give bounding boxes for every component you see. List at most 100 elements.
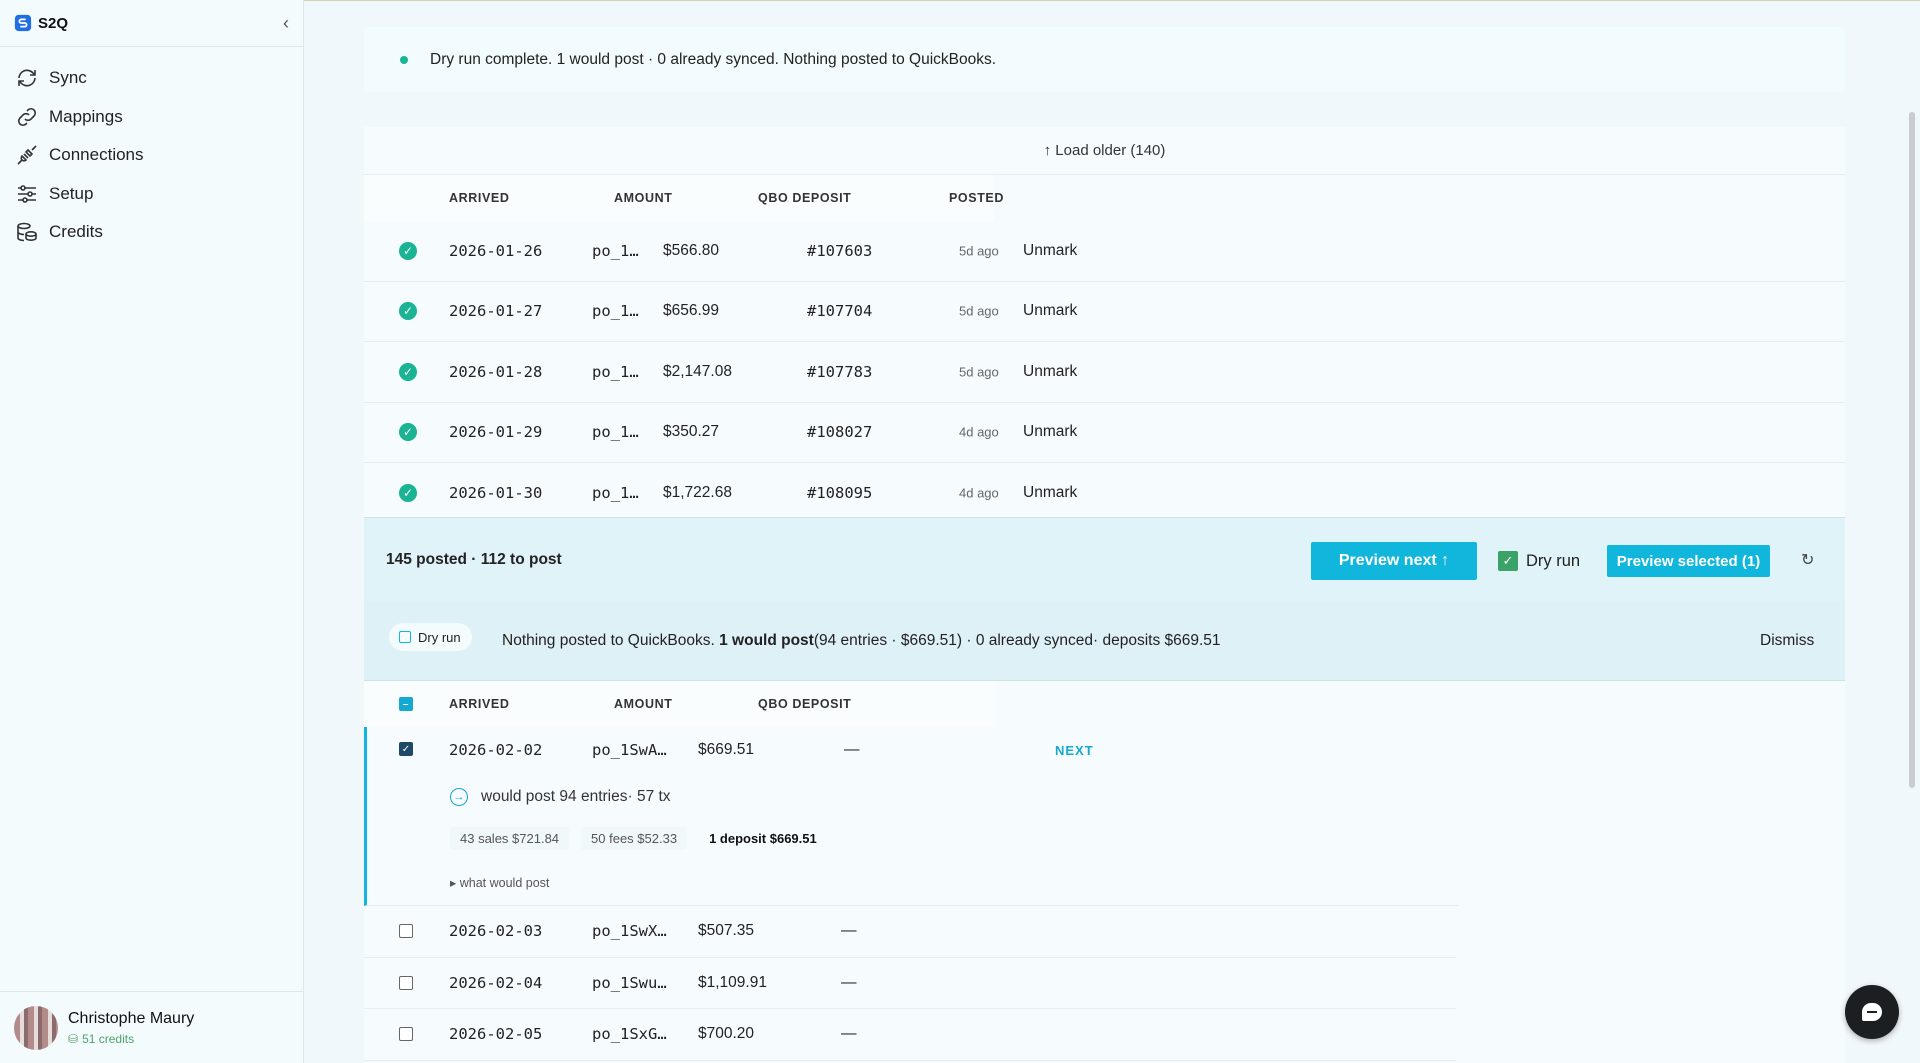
plug-icon	[17, 145, 37, 165]
unmark-button[interactable]: Unmark	[1023, 423, 1077, 441]
result-message-detail: (94 entries · $669.51) · 0 already synce…	[813, 631, 1221, 649]
unmark-button[interactable]: Unmark	[1023, 363, 1077, 381]
row-amount: $1,722.68	[663, 484, 732, 502]
table-row: 2026-02-04 po_1Swu… $1,109.91 —	[364, 958, 1456, 1009]
table-row: ✓ 2026-01-29 po_1… $350.27 #108027 4d ag…	[364, 403, 1845, 463]
refresh-icon[interactable]: ↻	[1801, 550, 1814, 570]
row-posted-ago: 5d ago	[959, 303, 999, 319]
dry-run-pill: Dry run	[389, 623, 472, 651]
sliders-icon	[18, 184, 36, 203]
chat-icon	[1862, 1003, 1882, 1021]
posted-check-icon: ✓	[399, 362, 417, 381]
table-row: ✓ 2026-01-26 po_1… $566.80 #107603 5d ag…	[364, 221, 1845, 282]
sidebar-item-label: Credits	[49, 222, 103, 242]
row-payout-id[interactable]: po_1Swu…	[592, 974, 667, 992]
select-all-checkbox[interactable]: –	[399, 697, 413, 711]
pending-table-header: – ARRIVED AMOUNT QBO DEPOSIT	[364, 681, 1845, 727]
row-amount: $2,147.08	[663, 362, 732, 380]
header-amount: AMOUNT	[614, 697, 673, 711]
header-qbo-deposit: QBO DEPOSIT	[758, 697, 852, 711]
what-would-post-toggle[interactable]: ▸ what would post	[450, 875, 549, 890]
row-amount: $669.51	[698, 741, 755, 758]
row-payout-id[interactable]: po_1…	[592, 242, 639, 260]
row-date: 2026-02-04	[449, 973, 543, 992]
preview-next-button[interactable]: Preview next ↑	[1311, 542, 1477, 580]
would-post-text: would post 94 entries· 57 tx	[481, 788, 671, 805]
posted-check-icon: ✓	[399, 423, 417, 442]
sidebar-item-connections[interactable]: Connections	[0, 136, 303, 175]
row-payout-id[interactable]: po_1…	[592, 363, 639, 381]
table-row: ✓ 2026-01-27 po_1… $656.99 #107704 5d ag…	[364, 282, 1845, 342]
row-checkbox[interactable]	[399, 975, 413, 990]
row-amount: $566.80	[663, 241, 720, 259]
chat-button[interactable]	[1845, 985, 1899, 1039]
result-message-text: Nothing posted to QuickBooks.	[502, 631, 720, 649]
checkbox-icon	[399, 631, 411, 643]
unmark-button[interactable]: Unmark	[1023, 484, 1077, 502]
row-deposit[interactable]: #108095	[807, 484, 872, 502]
would-post-summary: → would post 94 entries· 57 tx	[450, 788, 671, 806]
dry-run-label: Dry run	[1526, 551, 1581, 570]
selected-payout-row: ✓ 2026-02-02 po_1SwA… $669.51 — NEXT → w…	[364, 727, 1459, 906]
payout-panel: ↑ Load older (140) ARRIVED AMOUNT QBO DE…	[364, 127, 1845, 1063]
row-payout-id[interactable]: po_1…	[592, 484, 639, 502]
banner-text: Dry run complete. 1 would post · 0 alrea…	[430, 50, 997, 68]
row-checkbox[interactable]	[399, 1027, 413, 1042]
dismiss-button[interactable]: Dismiss	[1760, 632, 1814, 650]
row-posted-ago: 5d ago	[959, 364, 999, 380]
row-checkbox[interactable]: ✓	[399, 742, 413, 756]
row-date: 2026-01-29	[449, 423, 543, 442]
dry-run-toggle[interactable]: ✓ Dry run	[1498, 551, 1580, 571]
scrollbar[interactable]	[1909, 112, 1915, 788]
table-row: ✓ 2026-01-28 po_1… $2,147.08 #107783 5d …	[364, 342, 1845, 403]
row-deposit: —	[841, 1025, 857, 1043]
header-qbo-deposit: QBO DEPOSIT	[758, 191, 852, 205]
row-date: 2026-01-27	[449, 302, 543, 321]
row-date: 2026-02-02	[449, 741, 543, 759]
row-payout-id[interactable]: po_1…	[592, 302, 639, 320]
row-deposit[interactable]: #107603	[807, 242, 872, 260]
sidebar-item-mappings[interactable]: Mappings	[0, 98, 303, 137]
coins-icon: ⛁	[68, 1031, 79, 1046]
row-payout-id[interactable]: po_1SxG…	[592, 1025, 667, 1043]
sidebar-item-label: Connections	[49, 145, 144, 165]
header-arrived: ARRIVED	[449, 191, 510, 205]
sidebar-item-label: Setup	[49, 183, 94, 203]
posted-check-icon: ✓	[399, 484, 417, 503]
collapse-sidebar-icon[interactable]: ‹	[283, 13, 289, 34]
row-payout-id[interactable]: po_1SwX…	[592, 922, 667, 940]
header-amount: AMOUNT	[614, 191, 673, 205]
sidebar-item-credits[interactable]: Credits	[0, 213, 303, 252]
user-credits: ⛁ 51 credits	[68, 1032, 194, 1046]
entry-chips: 43 sales $721.84 50 fees $52.33 1 deposi…	[450, 827, 827, 850]
row-deposit[interactable]: #107704	[807, 302, 872, 320]
row-posted-ago: 4d ago	[959, 424, 999, 440]
row-deposit[interactable]: #108027	[807, 423, 872, 441]
checkbox-checked-icon: ✓	[1498, 551, 1518, 571]
load-older-button[interactable]: ↑ Load older (140)	[364, 127, 1845, 175]
unmark-button[interactable]: Unmark	[1023, 242, 1077, 260]
row-payout-id[interactable]: po_1…	[592, 423, 639, 441]
chip-sales: 43 sales $721.84	[450, 827, 570, 850]
app-name: S2Q	[38, 14, 69, 32]
row-payout-id[interactable]: po_1SwA…	[592, 741, 667, 759]
row-deposit[interactable]: #107783	[807, 363, 872, 381]
sidebar-item-setup[interactable]: Setup	[0, 175, 303, 214]
status-banner: Dry run complete. 1 would post · 0 alrea…	[364, 27, 1845, 92]
pending-table: – ARRIVED AMOUNT QBO DEPOSIT ✓ 2026-02-0…	[364, 681, 1845, 1061]
row-amount: $656.99	[663, 302, 720, 320]
row-date: 2026-02-05	[449, 1025, 543, 1044]
sidebar: S2Q ‹ Sync Mappings Connections Setup Cr…	[0, 0, 304, 1063]
row-deposit: —	[841, 973, 857, 991]
sidebar-item-label: Sync	[49, 68, 87, 88]
credits-label: 51 credits	[82, 1031, 135, 1046]
user-profile[interactable]: Christophe Maury ⛁ 51 credits	[0, 991, 304, 1063]
sidebar-nav: Sync Mappings Connections Setup Credits	[0, 47, 303, 252]
row-posted-ago: 4d ago	[959, 485, 999, 501]
link-icon	[17, 107, 37, 126]
preview-selected-button[interactable]: Preview selected (1)	[1607, 545, 1770, 577]
unmark-button[interactable]: Unmark	[1023, 302, 1077, 320]
row-checkbox[interactable]	[399, 924, 413, 939]
dry-run-result: Dry run Nothing posted to QuickBooks. 1 …	[364, 601, 1845, 681]
sidebar-item-sync[interactable]: Sync	[0, 59, 303, 98]
